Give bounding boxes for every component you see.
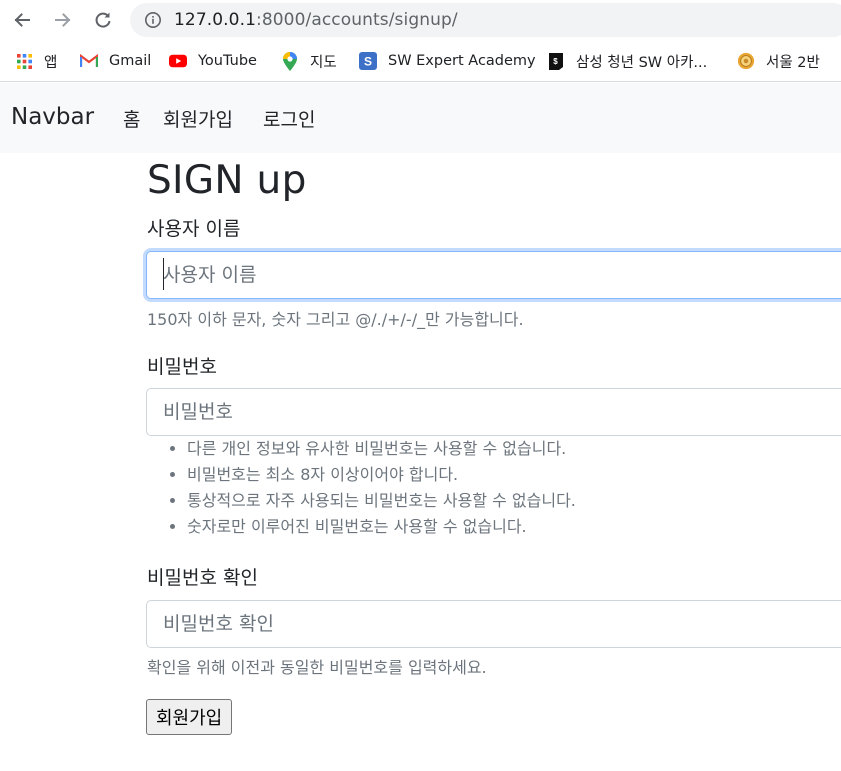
password-confirm-input[interactable] — [146, 600, 841, 648]
gmail-icon — [80, 52, 98, 70]
bookmark-label: 삼성 청년 SW 아카... — [576, 54, 708, 71]
username-help-text: 150자 이하 문자, 숫자 그리고 @/./+/-/_만 가능합니다. — [147, 310, 524, 329]
nav-link-signup[interactable]: 회원가입 — [163, 105, 233, 132]
bookmark-label: 앱 — [44, 54, 58, 71]
bookmark-maps[interactable]: 지도 — [281, 50, 337, 72]
ssafy-icon: $ — [547, 52, 565, 70]
bookmark-label: Gmail — [109, 53, 152, 69]
bookmark-swea[interactable]: S SW Expert Academy — [359, 50, 536, 72]
browser-toolbar: 127.0.0.1:8000/accounts/signup/ — [0, 0, 841, 40]
navbar-brand[interactable]: Navbar — [11, 104, 94, 130]
bookmark-seoul-2[interactable]: 서울 2반 — [737, 50, 820, 72]
text-cursor — [163, 258, 164, 290]
bookmarks-bar: 앱 Gmail YouTube 지도 S SW Expert Academy $… — [0, 40, 841, 82]
svg-text:S: S — [364, 55, 372, 69]
url-host: 127.0.0.1 — [174, 10, 257, 30]
username-label: 사용자 이름 — [147, 218, 241, 240]
address-url: 127.0.0.1:8000/accounts/signup/ — [174, 10, 458, 30]
page-title: SIGN up — [147, 158, 307, 203]
svg-text:$: $ — [553, 57, 558, 66]
site-navbar: Navbar 홈 회원가입 로그인 — [0, 83, 841, 153]
bookmark-youtube[interactable]: YouTube — [169, 50, 257, 72]
password-rule: 숫자로만 이루어진 비밀번호는 사용할 수 없습니다. — [187, 515, 576, 541]
youtube-icon — [169, 52, 187, 70]
forward-button[interactable] — [49, 6, 77, 34]
url-path: :8000/accounts/signup/ — [256, 10, 458, 30]
bookmark-label: SW Expert Academy — [388, 53, 536, 69]
nav-link-login[interactable]: 로그인 — [263, 105, 315, 132]
sun-icon — [737, 52, 755, 70]
address-bar[interactable]: 127.0.0.1:8000/accounts/signup/ — [130, 3, 841, 37]
reload-icon — [95, 12, 111, 28]
bookmark-ssafy[interactable]: $ 삼성 청년 SW 아카... — [547, 50, 707, 72]
back-button[interactable] — [8, 6, 36, 34]
password-rule: 다른 개인 정보와 유사한 비밀번호는 사용할 수 없습니다. — [187, 437, 576, 463]
reload-button[interactable] — [89, 6, 117, 34]
password-label: 비밀번호 — [147, 356, 217, 378]
bookmark-label: YouTube — [198, 53, 257, 69]
back-arrow-icon — [14, 13, 30, 27]
maps-pin-icon — [281, 51, 299, 71]
bookmark-label: 지도 — [310, 54, 337, 71]
username-input[interactable] — [146, 251, 841, 299]
signup-submit-button[interactable]: 회원가입 — [146, 699, 233, 735]
password-confirm-help-text: 확인을 위해 이전과 동일한 비밀번호를 입력하세요. — [147, 658, 487, 677]
forward-arrow-icon — [55, 13, 71, 27]
password-rule: 비밀번호는 최소 8자 이상이어야 합니다. — [187, 463, 576, 489]
bookmark-apps[interactable]: 앱 — [15, 50, 57, 72]
password-input[interactable] — [146, 388, 841, 436]
swea-icon: S — [359, 52, 377, 70]
bookmark-gmail[interactable]: Gmail — [80, 50, 151, 72]
bookmark-label: 서울 2반 — [766, 54, 820, 71]
password-rule: 통상적으로 자주 사용되는 비밀번호는 사용할 수 없습니다. — [187, 489, 576, 515]
site-info-icon[interactable] — [144, 11, 162, 29]
nav-link-home[interactable]: 홈 — [123, 105, 140, 132]
apps-grid-icon — [15, 52, 33, 70]
password-rules-list: 다른 개인 정보와 유사한 비밀번호는 사용할 수 없습니다. 비밀번호는 최소… — [187, 437, 576, 541]
password-confirm-label: 비밀번호 확인 — [147, 567, 258, 589]
